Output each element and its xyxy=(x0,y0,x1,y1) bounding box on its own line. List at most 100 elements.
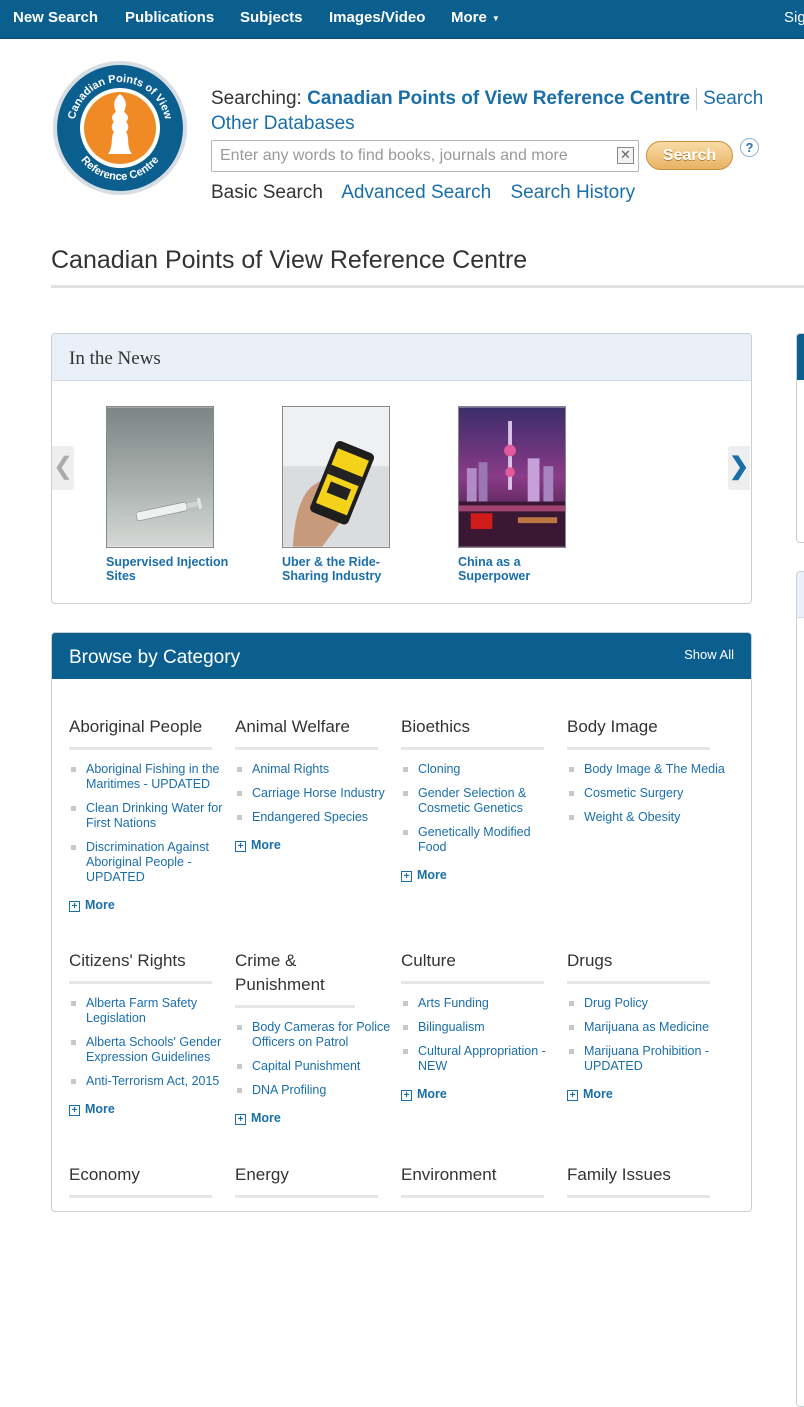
more-link[interactable]: + More xyxy=(69,1102,229,1116)
page-title: Canadian Points of View Reference Centre xyxy=(51,246,528,274)
current-database: Canadian Points of View Reference Centre xyxy=(307,88,691,109)
subject-link[interactable]: DNA Profiling xyxy=(252,1083,326,1097)
more-label: More xyxy=(85,1102,115,1116)
category-animal-welfare: Animal Welfare Animal Rights Carriage Ho… xyxy=(235,715,395,852)
list-item: DNA Profiling xyxy=(235,1083,395,1098)
cpov-logo[interactable]: Canadian Points of View Reference Centre xyxy=(52,60,188,196)
subject-link[interactable]: Carriage Horse Industry xyxy=(252,786,385,800)
plus-icon: + xyxy=(69,1105,80,1116)
plus-icon: + xyxy=(567,1090,578,1101)
show-all-link[interactable]: Show All xyxy=(684,647,734,662)
in-the-news-panel: In the News ❮ Supervised Injection Sites xyxy=(51,333,752,604)
subject-link[interactable]: Marijuana as Medicine xyxy=(584,1020,709,1034)
subject-link[interactable]: Genetically Modified Food xyxy=(418,825,531,854)
subject-link[interactable]: Bilingualism xyxy=(418,1020,485,1034)
basic-search-label: Basic Search xyxy=(211,182,323,203)
subject-link[interactable]: Endangered Species xyxy=(252,810,368,824)
more-link[interactable]: + More xyxy=(567,1087,727,1101)
subject-link[interactable]: Aboriginal Fishing in the Maritimes - UP… xyxy=(86,762,219,791)
advanced-search-link[interactable]: Advanced Search xyxy=(341,182,491,203)
plus-icon: + xyxy=(401,1090,412,1101)
help-icon[interactable]: ? xyxy=(740,138,759,157)
subject-link[interactable]: Cultural Appropriation - NEW xyxy=(418,1044,546,1073)
subject-link[interactable]: Cosmetic Surgery xyxy=(584,786,683,800)
category-bioethics: Bioethics Cloning Gender Selection & Cos… xyxy=(401,715,561,882)
searching-line: Searching: Canadian Points of View Refer… xyxy=(211,86,791,136)
carousel-prev-icon[interactable]: ❮ xyxy=(52,446,74,490)
subject-link[interactable]: Animal Rights xyxy=(252,762,329,776)
subject-link[interactable]: Drug Policy xyxy=(584,996,648,1010)
list-item: Gender Selection & Cosmetic Genetics xyxy=(401,786,561,816)
ride-sharing-thumbnail[interactable] xyxy=(282,406,390,548)
clear-icon[interactable]: ✕ xyxy=(617,147,634,164)
plus-icon: + xyxy=(69,901,80,912)
list-item: Body Cameras for Police Officers on Patr… xyxy=(235,1020,395,1050)
news-item: Uber & the Ride-Sharing Industry xyxy=(282,406,412,583)
category-title: Energy xyxy=(235,1163,378,1198)
list-item: Carriage Horse Industry xyxy=(235,786,395,801)
list-item: Genetically Modified Food xyxy=(401,825,561,855)
more-label: More xyxy=(251,838,281,852)
category-family-issues: Family Issues xyxy=(567,1163,727,1198)
category-citizens-rights: Citizens' Rights Alberta Farm Safety Leg… xyxy=(69,949,229,1116)
list-item: Alberta Farm Safety Legislation xyxy=(69,996,229,1026)
side-panel-header xyxy=(797,334,804,380)
subject-link[interactable]: Arts Funding xyxy=(418,996,489,1010)
more-link[interactable]: + More xyxy=(401,868,561,882)
list-item: Aboriginal Fishing in the Maritimes - UP… xyxy=(69,762,229,792)
category-title: Environment xyxy=(401,1163,544,1198)
top-nav-bar: New Search Publications Subjects Images/… xyxy=(0,0,804,39)
subject-link[interactable]: Alberta Schools' Gender Expression Guide… xyxy=(86,1035,221,1064)
category-aboriginal-people: Aboriginal People Aboriginal Fishing in … xyxy=(69,715,229,912)
search-history-link[interactable]: Search History xyxy=(510,182,635,203)
side-panel xyxy=(796,333,804,543)
nav-more-menu[interactable]: More ▼ xyxy=(451,9,500,26)
carousel-next-icon[interactable]: ❯ xyxy=(728,446,750,490)
more-link[interactable]: + More xyxy=(235,838,395,852)
more-link[interactable]: + More xyxy=(401,1087,561,1101)
subject-link[interactable]: Anti-Terrorism Act, 2015 xyxy=(86,1074,219,1088)
category-economy: Economy xyxy=(69,1163,229,1198)
news-item: China as a Superpower xyxy=(458,406,588,583)
searching-label: Searching: xyxy=(211,88,302,109)
category-title: Crime & Punishment xyxy=(235,949,355,1008)
more-link[interactable]: + More xyxy=(69,898,229,912)
news-link-uber[interactable]: Uber & the Ride-Sharing Industry xyxy=(282,555,412,583)
subject-link[interactable]: Cloning xyxy=(418,762,460,776)
subject-link[interactable]: Body Image & The Media xyxy=(584,762,725,776)
nav-new-search[interactable]: New Search xyxy=(13,9,98,26)
subject-link[interactable]: Body Cameras for Police Officers on Patr… xyxy=(252,1020,390,1049)
china-skyline-thumbnail[interactable] xyxy=(458,406,566,548)
list-item: Alberta Schools' Gender Expression Guide… xyxy=(69,1035,229,1065)
more-label: More xyxy=(85,898,115,912)
search-input[interactable] xyxy=(211,140,639,172)
subject-link[interactable]: Alberta Farm Safety Legislation xyxy=(86,996,197,1025)
nav-sign-in[interactable]: Sig xyxy=(784,9,804,26)
list-item: Arts Funding xyxy=(401,996,561,1011)
search-mode-links: Basic Search Advanced Search Search Hist… xyxy=(211,180,649,206)
news-link-supervised-injection[interactable]: Supervised Injection Sites xyxy=(106,555,236,583)
category-body-image: Body Image Body Image & The Media Cosmet… xyxy=(567,715,727,834)
nav-images-video[interactable]: Images/Video xyxy=(329,9,425,26)
search-button[interactable]: Search xyxy=(646,141,733,170)
more-link[interactable]: + More xyxy=(235,1111,395,1125)
nav-publications[interactable]: Publications xyxy=(125,9,214,26)
nav-subjects[interactable]: Subjects xyxy=(240,9,303,26)
subject-link[interactable]: Discrimination Against Aboriginal People… xyxy=(86,840,209,884)
news-link-china[interactable]: China as a Superpower xyxy=(458,555,588,583)
syringe-thumbnail[interactable] xyxy=(106,406,214,548)
category-title: Body Image xyxy=(567,715,710,750)
subject-link[interactable]: Capital Punishment xyxy=(252,1059,360,1073)
list-item: Bilingualism xyxy=(401,1020,561,1035)
category-environment: Environment xyxy=(401,1163,561,1198)
more-label: More xyxy=(251,1111,281,1125)
subject-link[interactable]: Weight & Obesity xyxy=(584,810,680,824)
divider xyxy=(51,285,804,288)
subject-link[interactable]: Marijuana Prohibition - UPDATED xyxy=(584,1044,709,1073)
category-title: Animal Welfare xyxy=(235,715,378,750)
subject-link[interactable]: Gender Selection & Cosmetic Genetics xyxy=(418,786,526,815)
category-crime-punishment: Crime & Punishment Body Cameras for Poli… xyxy=(235,949,395,1125)
subject-link[interactable]: Clean Drinking Water for First Nations xyxy=(86,801,222,830)
list-item: Body Image & The Media xyxy=(567,762,727,777)
side-panel-header xyxy=(797,572,804,618)
